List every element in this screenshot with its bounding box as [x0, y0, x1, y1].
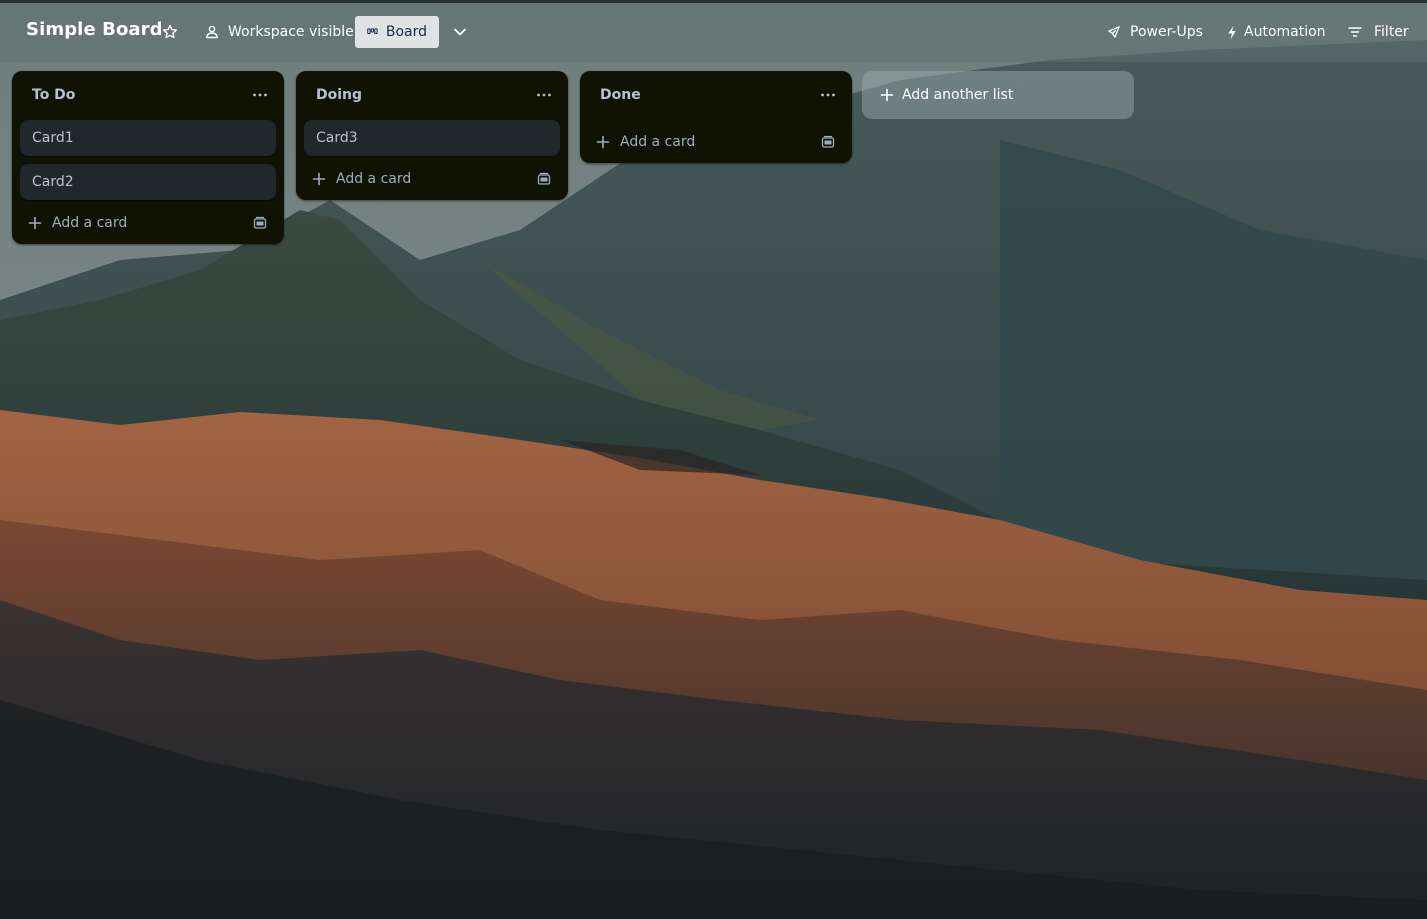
list-title[interactable]: To Do: [32, 87, 75, 103]
rocket-icon: [1108, 25, 1120, 38]
create-from-template-button[interactable]: [248, 211, 272, 235]
list-to-do[interactable]: To Do Card1 Card2 Add a card: [12, 71, 284, 244]
add-card-label: Add a card: [336, 171, 412, 187]
visibility-label: Workspace visible: [228, 24, 354, 40]
filter-label: Filter: [1374, 24, 1409, 40]
add-card-button[interactable]: Add a card: [588, 126, 703, 158]
create-from-template-button[interactable]: [532, 167, 556, 191]
card-item[interactable]: Card1: [20, 120, 276, 156]
create-from-template-button[interactable]: [816, 130, 840, 154]
plus-icon: [880, 88, 894, 102]
list-title[interactable]: Doing: [316, 87, 362, 103]
board-title[interactable]: Simple Board: [26, 19, 163, 40]
star-icon: [163, 24, 177, 39]
add-another-list-button[interactable]: Add another list: [862, 71, 1134, 119]
star-board-button[interactable]: [158, 16, 182, 48]
list-done[interactable]: Done Add a card: [580, 71, 852, 163]
chevron-down-icon: [454, 28, 466, 36]
visibility-button[interactable]: Workspace visible: [200, 16, 358, 48]
template-icon: [253, 216, 267, 229]
list-actions-button[interactable]: [816, 83, 840, 107]
add-card-button[interactable]: Add a card: [20, 207, 135, 239]
list-actions-button[interactable]: [248, 83, 272, 107]
board-view-button[interactable]: Board: [355, 16, 439, 48]
template-icon: [821, 135, 835, 148]
list-header: Doing: [296, 71, 568, 119]
board-icon: [367, 28, 378, 35]
add-card-row: Add a card: [20, 207, 276, 239]
power-ups-label: Power-Ups: [1130, 24, 1203, 40]
template-icon: [537, 172, 551, 185]
add-card-button[interactable]: Add a card: [304, 163, 419, 195]
view-switcher-button[interactable]: [446, 16, 474, 48]
add-card-row: Add a card: [304, 163, 560, 195]
board-view-label: Board: [385, 24, 427, 40]
power-ups-button[interactable]: Power-Ups: [1102, 16, 1207, 48]
automation-button[interactable]: Automation: [1222, 16, 1330, 48]
plus-icon: [28, 216, 42, 230]
plus-icon: [312, 172, 326, 186]
plus-icon: [596, 135, 610, 149]
more-horizontal-icon: [821, 93, 835, 97]
more-horizontal-icon: [253, 93, 267, 97]
add-card-row: Add a card: [588, 126, 844, 158]
automation-label: Automation: [1244, 24, 1326, 40]
card-item[interactable]: Card3: [304, 120, 560, 156]
add-card-label: Add a card: [620, 134, 696, 150]
add-another-list-label: Add another list: [902, 87, 1014, 103]
lightning-icon: [1228, 25, 1236, 39]
list-header: Done: [580, 71, 852, 119]
more-horizontal-icon: [537, 93, 551, 97]
list-actions-button[interactable]: [532, 83, 556, 107]
people-icon: [205, 25, 219, 39]
list-header: To Do: [12, 71, 284, 119]
add-card-label: Add a card: [52, 215, 128, 231]
list-doing[interactable]: Doing Card3 Add a card: [296, 71, 568, 200]
filter-button[interactable]: Filter: [1344, 16, 1413, 48]
board-header: Simple Board Workspace visible Board Pow…: [0, 0, 1427, 62]
card-item[interactable]: Card2: [20, 164, 276, 200]
list-title[interactable]: Done: [600, 87, 641, 103]
filter-icon: [1348, 27, 1362, 37]
